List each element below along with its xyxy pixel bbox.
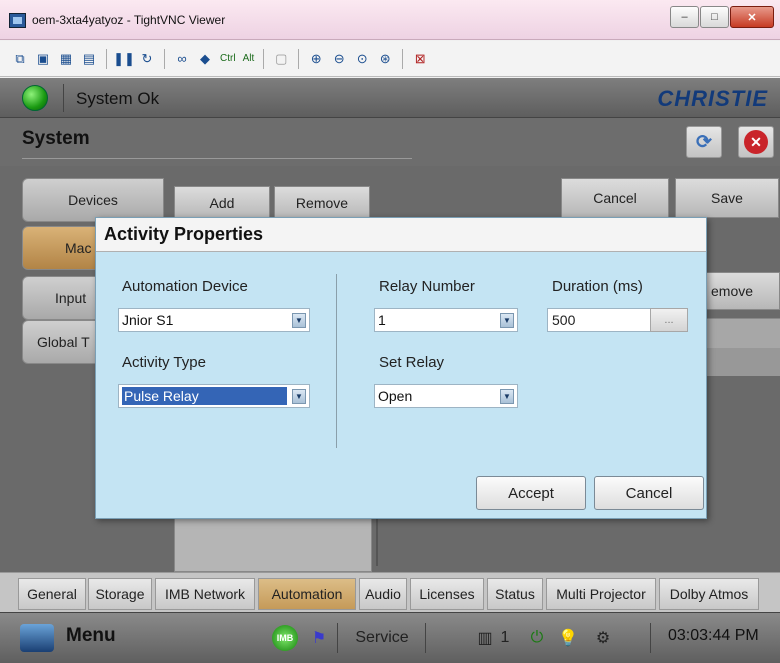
chevron-down-icon[interactable]: ▼ <box>292 389 306 404</box>
toolbar-divider <box>402 48 404 69</box>
power-icon[interactable]: ⏻ <box>525 624 549 652</box>
toolbar-divider <box>298 48 300 69</box>
ctrl-key-button[interactable]: Ctrl <box>218 49 238 69</box>
refresh-button[interactable]: ⟳ <box>686 126 722 158</box>
save-icon[interactable]: ▣ <box>33 49 53 69</box>
grid-header <box>700 318 780 348</box>
grid-row <box>700 348 780 376</box>
divider <box>425 623 426 653</box>
alt-key-button[interactable]: Alt <box>241 49 257 69</box>
chevron-down-icon[interactable]: ▼ <box>500 389 514 404</box>
transfer-files-icon[interactable]: ◆ <box>195 49 215 69</box>
relay-number-select[interactable]: 1 ▼ <box>374 308 518 332</box>
toolbar-divider <box>106 48 107 69</box>
tab-dolby-atmos[interactable]: Dolby Atmos <box>659 578 759 610</box>
projector-menu-icon[interactable] <box>20 624 54 652</box>
remove-activity-button[interactable]: emove <box>700 272 780 310</box>
minimize-button[interactable]: – <box>670 6 699 28</box>
remove-button[interactable]: Remove <box>274 186 370 220</box>
status-led-icon <box>22 85 48 111</box>
duration-browse-button[interactable]: ... <box>650 308 688 332</box>
activity-type-select[interactable]: Pulse Relay ▼ <box>118 384 310 408</box>
christie-logo: CHRISTIE <box>657 86 768 111</box>
tab-storage[interactable]: Storage <box>88 578 152 610</box>
imb-status[interactable]: IMB <box>270 624 300 652</box>
tab-licenses[interactable]: Licenses <box>410 578 484 610</box>
duration-input[interactable]: 500 <box>547 308 651 332</box>
activity-properties-dialog: Activity Properties Automation Device Jn… <box>95 217 707 519</box>
automation-device-label: Automation Device <box>122 278 248 295</box>
zoom-100-icon[interactable]: ⊙ <box>352 49 372 69</box>
page-title: System <box>22 128 90 149</box>
window-titlebar: oem-3xta4yatyoz - TightVNC Viewer – □ ✕ <box>0 0 780 40</box>
server-icon: ▥ <box>477 630 493 647</box>
imb-icon: IMB <box>272 625 298 651</box>
new-connection-icon[interactable]: ⧉ <box>10 49 30 69</box>
lamp-icon[interactable]: 💡 <box>556 624 580 652</box>
tab-audio[interactable]: Audio <box>359 578 407 610</box>
footer-bar: Menu IMB ⚑ Service ▥ 1 ⏻ 💡 ⚙ 03:03:44 PM <box>0 612 780 663</box>
automation-device-select[interactable]: Jnior S1 ▼ <box>118 308 310 332</box>
link-icon[interactable]: ∞ <box>172 49 192 69</box>
relay-number-label: Relay Number <box>379 278 475 295</box>
pause-icon[interactable]: ❚❚ <box>113 49 135 69</box>
menu-button[interactable]: Menu <box>66 625 116 647</box>
page-header: System ⟳ ✕ <box>0 118 780 166</box>
relay-number-value: 1 <box>378 312 386 328</box>
set-relay-value: Open <box>378 388 413 404</box>
close-icon: ✕ <box>744 130 768 154</box>
cancel-changes-button[interactable]: Cancel <box>561 178 669 218</box>
chevron-down-icon[interactable]: ▼ <box>292 313 306 328</box>
activity-type-label: Activity Type <box>122 354 206 371</box>
zoom-out-icon[interactable]: ⊖ <box>329 49 349 69</box>
title-underline <box>22 158 412 159</box>
automation-device-value: Jnior S1 <box>122 312 174 328</box>
reel-icon[interactable]: ⚙ <box>588 624 618 652</box>
tab-automation[interactable]: Automation <box>258 578 356 610</box>
column-divider <box>336 274 337 448</box>
close-window-button[interactable]: ✕ <box>730 6 774 28</box>
vnc-toolbar: ⧉ ▣ ▦ ▤ ❚❚ ↻ ∞ ◆ Ctrl Alt ▢ ⊕ ⊖ ⊙ ⊛ ⊠ <box>0 41 780 77</box>
divider <box>63 84 64 112</box>
refresh-icon[interactable]: ↻ <box>137 49 157 69</box>
fullscreen-icon[interactable]: ⊠ <box>410 49 430 69</box>
maximize-button[interactable]: □ <box>700 6 729 28</box>
toolbar-divider <box>164 48 165 69</box>
dialog-title: Activity Properties <box>96 218 706 252</box>
cancel-button[interactable]: Cancel <box>594 476 704 510</box>
divider <box>650 623 651 653</box>
divider <box>337 623 338 653</box>
refresh-icon: ⟳ <box>696 131 712 153</box>
service-flag-icon: ⚑ <box>311 630 327 647</box>
duration-label: Duration (ms) <box>552 278 643 295</box>
server-count: 1 <box>500 629 510 646</box>
set-relay-select[interactable]: Open ▼ <box>374 384 518 408</box>
system-status-text: System Ok <box>76 89 160 108</box>
tab-status[interactable]: Status <box>487 578 543 610</box>
zoom-fit-icon[interactable]: ⊛ <box>375 49 395 69</box>
window-title: oem-3xta4yatyoz - TightVNC Viewer <box>32 13 226 27</box>
activity-type-value: Pulse Relay <box>122 387 287 405</box>
service-button[interactable]: Service <box>342 624 422 652</box>
window-controls: – □ ✕ <box>670 6 774 28</box>
bottom-tab-bar: General Storage IMB Network Automation A… <box>0 572 780 612</box>
close-page-button[interactable]: ✕ <box>738 126 774 158</box>
clipboard-icon[interactable]: ▢ <box>271 49 291 69</box>
tab-imb-network[interactable]: IMB Network <box>155 578 255 610</box>
set-relay-label: Set Relay <box>379 354 445 371</box>
options-icon[interactable]: ▦ <box>56 49 76 69</box>
tab-multi-projector[interactable]: Multi Projector <box>546 578 656 610</box>
add-button[interactable]: Add <box>174 186 270 220</box>
app-status-bar: System Ok CHRISTIE <box>0 78 780 118</box>
zoom-in-icon[interactable]: ⊕ <box>306 49 326 69</box>
chevron-down-icon[interactable]: ▼ <box>500 313 514 328</box>
tightvnc-app-icon <box>9 13 26 28</box>
toolbar-divider <box>263 48 265 69</box>
side-tab-devices[interactable]: Devices <box>22 178 164 222</box>
accept-button[interactable]: Accept <box>476 476 586 510</box>
clock: 03:03:44 PM <box>668 627 759 644</box>
tab-general[interactable]: General <box>18 578 86 610</box>
save-button[interactable]: Save <box>675 178 779 218</box>
info-icon[interactable]: ▤ <box>79 49 99 69</box>
